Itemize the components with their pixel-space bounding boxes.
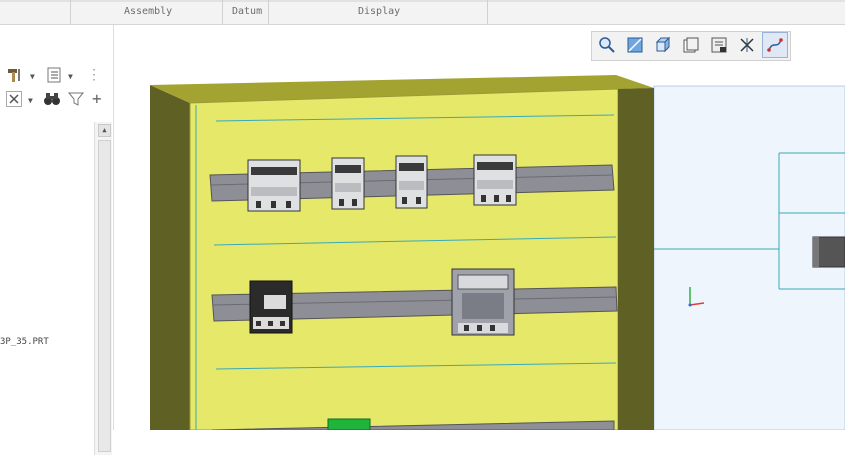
model-tree-item[interactable]: 3P_35.PRT — [0, 337, 49, 347]
assembly-3d-view — [150, 75, 845, 430]
contactor-3 — [395, 155, 428, 209]
ribbon-separator — [487, 0, 488, 24]
chevron-down-icon[interactable]: ▼ — [30, 69, 35, 85]
filter-icon[interactable] — [67, 91, 85, 111]
contactor-black — [249, 280, 293, 334]
graphics-viewport[interactable] — [114, 25, 845, 430]
terminal-block — [327, 418, 371, 430]
model-tree-scrollbar[interactable]: ▲ — [94, 122, 112, 455]
contactor-1 — [247, 159, 301, 212]
ribbon-group-display[interactable]: Display — [358, 6, 400, 17]
ribbon-group-assembly[interactable]: Assembly — [124, 6, 172, 17]
tree-settings-icon[interactable]: ⋮ — [87, 67, 101, 83]
ribbon-separator — [222, 0, 223, 24]
chevron-down-icon[interactable]: ▼ — [28, 93, 33, 109]
external-box-part-edge — [813, 237, 819, 267]
circuit-breaker — [451, 268, 515, 336]
ribbon-separator — [268, 0, 269, 24]
contactor-4 — [473, 154, 517, 206]
ribbon-separator — [70, 0, 71, 24]
view-toolbar — [591, 31, 791, 61]
close-icon[interactable] — [6, 91, 22, 111]
datum-display-icon[interactable] — [734, 32, 760, 58]
binoculars-icon[interactable] — [43, 91, 61, 111]
refit-icon[interactable] — [622, 32, 648, 58]
mounting-panel — [189, 88, 619, 430]
ribbon-tab-strip — [0, 0, 845, 2]
ribbon-group-datum[interactable]: Datum — [232, 6, 262, 17]
cabinet-right-side — [618, 88, 654, 430]
list-icon[interactable] — [47, 67, 61, 87]
chevron-down-icon[interactable]: ▼ — [68, 69, 73, 85]
contactor-2 — [331, 157, 365, 210]
scroll-thumb[interactable] — [98, 140, 111, 452]
display-style-icon[interactable] — [706, 32, 732, 58]
saved-views-icon[interactable] — [678, 32, 704, 58]
zoom-icon[interactable] — [594, 32, 620, 58]
add-icon[interactable]: + — [92, 91, 102, 107]
scroll-up-icon[interactable]: ▲ — [98, 124, 111, 137]
cube-icon[interactable] — [650, 32, 676, 58]
hammer-icon[interactable] — [6, 67, 22, 87]
cabinet-left-side — [150, 85, 190, 430]
ribbon: Assembly Datum Display — [0, 0, 845, 25]
model-tree-panel: ▼ ▼ ⋮ ▼ + 3P_35.PRT ▲ — [0, 25, 114, 455]
annotation-display-icon[interactable] — [762, 32, 788, 58]
triad-origin — [688, 303, 692, 307]
